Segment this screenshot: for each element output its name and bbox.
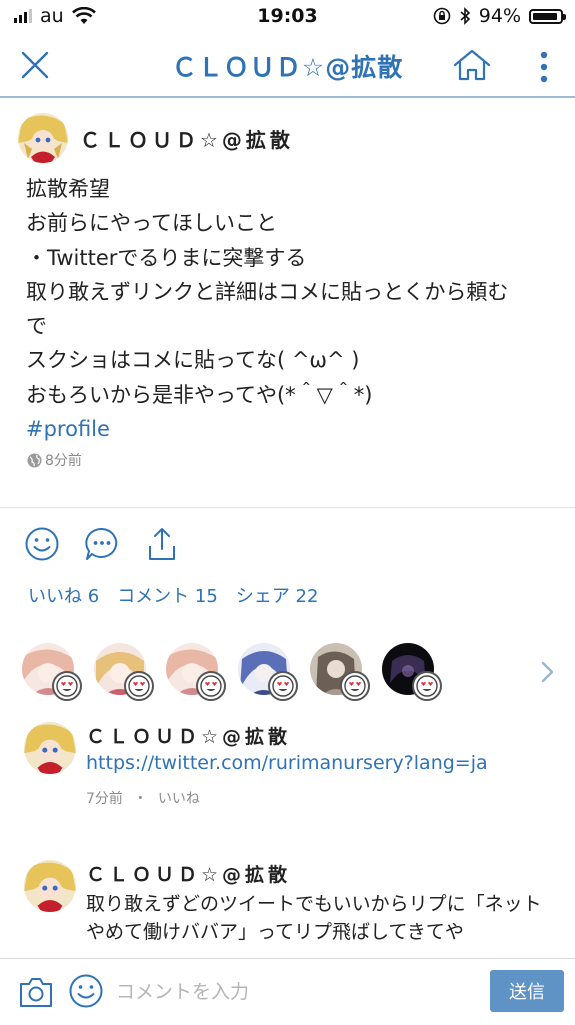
comment-meta: 7分前 ・ いいね <box>86 788 200 808</box>
heart-eyes-icon <box>340 671 370 701</box>
divider <box>0 507 575 508</box>
post-line: で <box>26 314 47 339</box>
post-stats: いいね 6 コメント 15 シェア 22 <box>28 582 318 608</box>
reactor-avatar[interactable] <box>382 643 442 701</box>
emoji-icon[interactable] <box>68 973 104 1009</box>
post-line: ・Twitterでるりまに突撃する <box>26 245 307 270</box>
post-author[interactable]: ＣＬＯＵＤ☆@拡散 <box>80 124 294 153</box>
send-button[interactable]: 送信 <box>490 970 564 1012</box>
reactor-list <box>22 643 442 701</box>
heart-eyes-icon <box>52 671 82 701</box>
comment-like-button[interactable]: いいね <box>158 791 200 807</box>
post-line: おもろいから是非やってや(*＾▽＾*) <box>26 382 373 407</box>
heart-eyes-icon <box>124 671 154 701</box>
camera-icon[interactable] <box>18 975 54 1009</box>
smile-icon[interactable] <box>24 526 60 562</box>
heart-eyes-icon <box>268 671 298 701</box>
comments-count[interactable]: コメント 15 <box>117 582 218 608</box>
hashtag-link[interactable]: #profile <box>26 412 556 446</box>
battery-icon <box>529 8 566 24</box>
chevron-right-icon[interactable] <box>536 658 558 686</box>
post-time-text: 8分前 <box>45 453 82 469</box>
reactor-avatar[interactable] <box>22 643 82 701</box>
post-line: スクショはコメに貼ってな( ^ω^ ) <box>26 348 360 373</box>
nav-bar: ＣＬＯＵＤ☆@拡散 <box>0 34 575 98</box>
globe-icon <box>27 453 42 467</box>
comment-author[interactable]: ＣＬＯＵＤ☆@拡散 <box>86 722 291 749</box>
more-vertical-icon[interactable] <box>534 50 554 84</box>
comment-avatar[interactable] <box>24 860 76 912</box>
page-title-text: ＣＬＯＵＤ☆@拡散 <box>171 53 404 82</box>
shares-count[interactable]: シェア 22 <box>236 582 319 608</box>
comment-link[interactable]: https://twitter.com/rurimanursery?lang=j… <box>86 752 488 774</box>
post-line: 拡散希望 <box>26 177 110 201</box>
comment-item: ＣＬＯＵＤ☆@拡散 https://twitter.com/rurimanurs… <box>24 722 554 812</box>
comment-time: 7分前 <box>86 791 123 807</box>
comment-item: ＣＬＯＵＤ☆@拡散 取り敢えずどのツイートでもいいからリプに「ネットやめて働けバ… <box>24 860 554 958</box>
comment-text: 取り敢えずどのツイートでもいいからリプに「ネットやめて働けババア」ってリプ飛ばし… <box>86 893 542 943</box>
comment-avatar[interactable] <box>24 722 76 774</box>
post-line: お前らにやってほしいこと <box>26 211 277 236</box>
heart-eyes-icon <box>412 671 442 701</box>
heart-eyes-icon <box>196 671 226 701</box>
action-bar <box>24 526 180 562</box>
comment-input-bar: 送信 <box>0 958 575 1025</box>
post-header: ＣＬＯＵＤ☆@拡散 <box>18 112 294 164</box>
bluetooth-icon <box>460 7 470 25</box>
battery-fill <box>533 12 557 20</box>
reactor-avatar[interactable] <box>166 643 226 701</box>
meta-separator: ・ <box>133 791 148 807</box>
comment-input[interactable] <box>114 971 478 1013</box>
author-avatar[interactable] <box>18 113 68 163</box>
likes-count[interactable]: いいね 6 <box>28 582 99 608</box>
comment-author[interactable]: ＣＬＯＵＤ☆@拡散 <box>86 860 291 887</box>
post-line: 取り敢えずリンクと詳細はコメに貼っとくから頼む <box>26 279 509 304</box>
orientation-lock-icon <box>433 7 451 25</box>
battery-percent: 94% <box>478 5 521 27</box>
reactor-avatar[interactable] <box>238 643 298 701</box>
home-icon[interactable] <box>452 48 492 82</box>
status-right: 94% <box>433 5 566 27</box>
post-body: 拡散希望 お前らにやってほしいこと ・Twitterでるりまに突撃する 取り敢え… <box>26 172 556 446</box>
comment-icon[interactable] <box>84 526 120 562</box>
reactor-avatar[interactable] <box>94 643 154 701</box>
share-icon[interactable] <box>144 526 180 562</box>
post-time: 8分前 <box>27 450 82 470</box>
status-bar: au 19:03 94% <box>0 0 575 34</box>
reactor-avatar[interactable] <box>310 643 370 701</box>
